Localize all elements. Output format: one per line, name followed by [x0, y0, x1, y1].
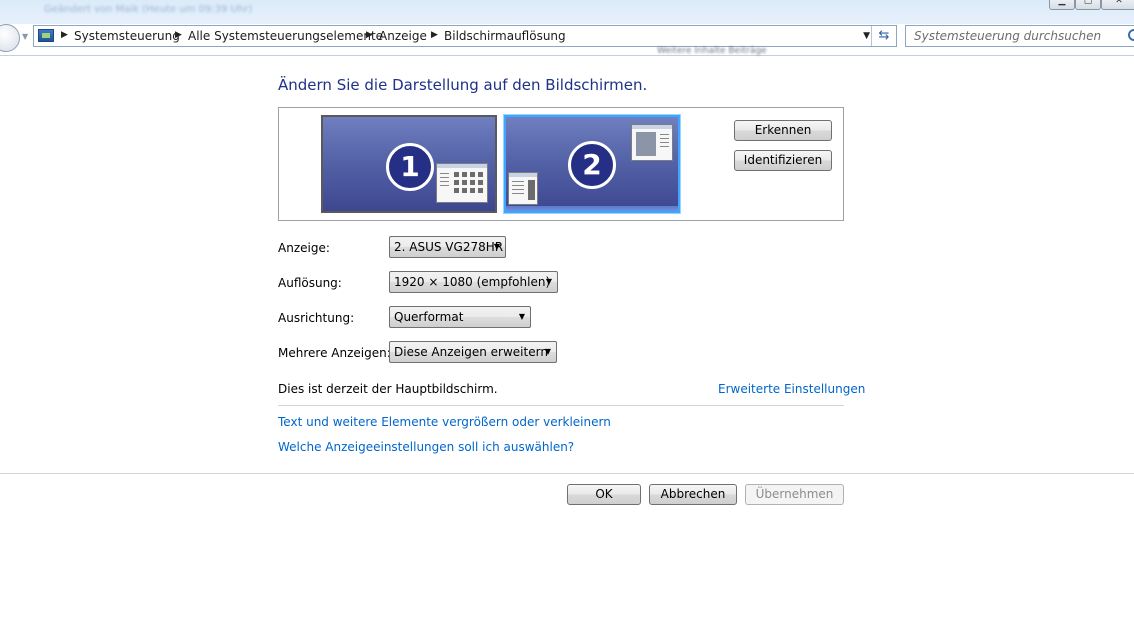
resolution-select[interactable]: 1920 × 1080 (empfohlen) ▼ [389, 271, 558, 293]
window-title-blurred: Geändert von Maik (Heute um 09:39 Uhr) [44, 4, 253, 15]
monitor-number: 1 [386, 143, 434, 191]
breadcrumb-arrow-icon[interactable]: ▶ [175, 30, 182, 40]
search-input[interactable] [906, 26, 1134, 46]
breadcrumb-bildschirmaufloesung[interactable]: Bildschirmauflösung [444, 29, 566, 43]
maximize-icon[interactable]: ▢ [1075, 0, 1101, 10]
close-icon[interactable]: ✕ [1101, 0, 1134, 10]
dropdown-arrow-icon: ▼ [545, 277, 552, 286]
resolution-label: Auflösung: [278, 276, 342, 290]
window-thumbnail-icon [436, 163, 488, 203]
primary-display-status: Dies ist derzeit der Hauptbildschirm. [278, 382, 498, 396]
dropdown-arrow-icon: ▼ [518, 312, 525, 321]
orientation-select-value: Querformat [394, 310, 464, 324]
breadcrumb-arrow-icon[interactable]: ▶ [61, 30, 68, 40]
breadcrumb-arrow-icon[interactable]: ▶ [366, 30, 373, 40]
monitor-2[interactable]: 2 [504, 115, 680, 213]
window-thumbnail-icon [631, 124, 673, 161]
advanced-settings-link[interactable]: Erweiterte Einstellungen [718, 382, 865, 396]
orientation-select[interactable]: Querformat ▼ [389, 306, 531, 328]
dropdown-arrow-icon: ▼ [493, 242, 500, 251]
navigation-bar: ▼ ▶ Systemsteuerung ▶ Alle Systemsteueru… [0, 24, 1134, 54]
which-settings-link[interactable]: Welche Anzeigeeinstellungen soll ich aus… [278, 440, 574, 454]
search-icon[interactable] [1128, 29, 1134, 41]
detect-button[interactable]: Erkennen [734, 120, 832, 141]
identify-button[interactable]: Identifizieren [734, 150, 832, 171]
minimize-icon[interactable]: ▁ [1049, 0, 1075, 10]
back-button[interactable] [0, 24, 20, 52]
cancel-button[interactable]: Abbrechen [649, 484, 737, 505]
display-label: Anzeige: [278, 241, 330, 255]
breadcrumb-alle-elemente[interactable]: Alle Systemsteuerungselemente [188, 29, 383, 43]
breadcrumb-arrow-icon[interactable]: ▶ [431, 30, 438, 40]
text-size-link[interactable]: Text und weitere Elemente vergrößern ode… [278, 415, 611, 429]
search-box[interactable] [905, 25, 1134, 47]
control-panel-icon [38, 29, 54, 42]
address-dropdown-icon[interactable]: ▼ [863, 31, 870, 41]
ok-button[interactable]: OK [567, 484, 641, 505]
dropdown-arrow-icon: ▼ [544, 347, 551, 356]
footer-divider [0, 473, 1134, 474]
display-select-value: 2. ASUS VG278HR [394, 240, 504, 254]
multiple-displays-label: Mehrere Anzeigen: [278, 346, 391, 360]
monitor-arrangement-panel: 1 2 Erkennen Identifizieren [278, 107, 844, 221]
monitor-1[interactable]: 1 [321, 115, 497, 213]
divider [278, 405, 844, 406]
breadcrumb-systemsteuerung[interactable]: Systemsteuerung [74, 29, 180, 43]
navbar-divider [0, 55, 1134, 56]
window-thumbnail-icon [508, 172, 538, 205]
apply-button[interactable]: Übernehmen [745, 484, 844, 505]
orientation-label: Ausrichtung: [278, 311, 355, 325]
breadcrumb-anzeige[interactable]: Anzeige [379, 29, 427, 43]
monitor-number: 2 [568, 141, 616, 189]
address-bar[interactable]: ▶ Systemsteuerung ▶ Alle Systemsteuerung… [33, 25, 897, 47]
history-dropdown-icon[interactable]: ▼ [22, 32, 28, 41]
multiple-displays-select[interactable]: Diese Anzeigen erweitern ▼ [389, 341, 557, 363]
page-title: Ändern Sie die Darstellung auf den Bilds… [278, 76, 648, 94]
resolution-select-value: 1920 × 1080 (empfohlen) [394, 275, 551, 289]
background-blur-text: Weitere Inhalte Beiträge [657, 46, 767, 56]
display-select[interactable]: 2. ASUS VG278HR ▼ [389, 236, 506, 258]
multiple-displays-select-value: Diese Anzeigen erweitern [394, 345, 548, 359]
refresh-icon[interactable]: ⇆ [871, 26, 896, 46]
title-bar: Geändert von Maik (Heute um 09:39 Uhr) ▁… [0, 0, 1134, 24]
